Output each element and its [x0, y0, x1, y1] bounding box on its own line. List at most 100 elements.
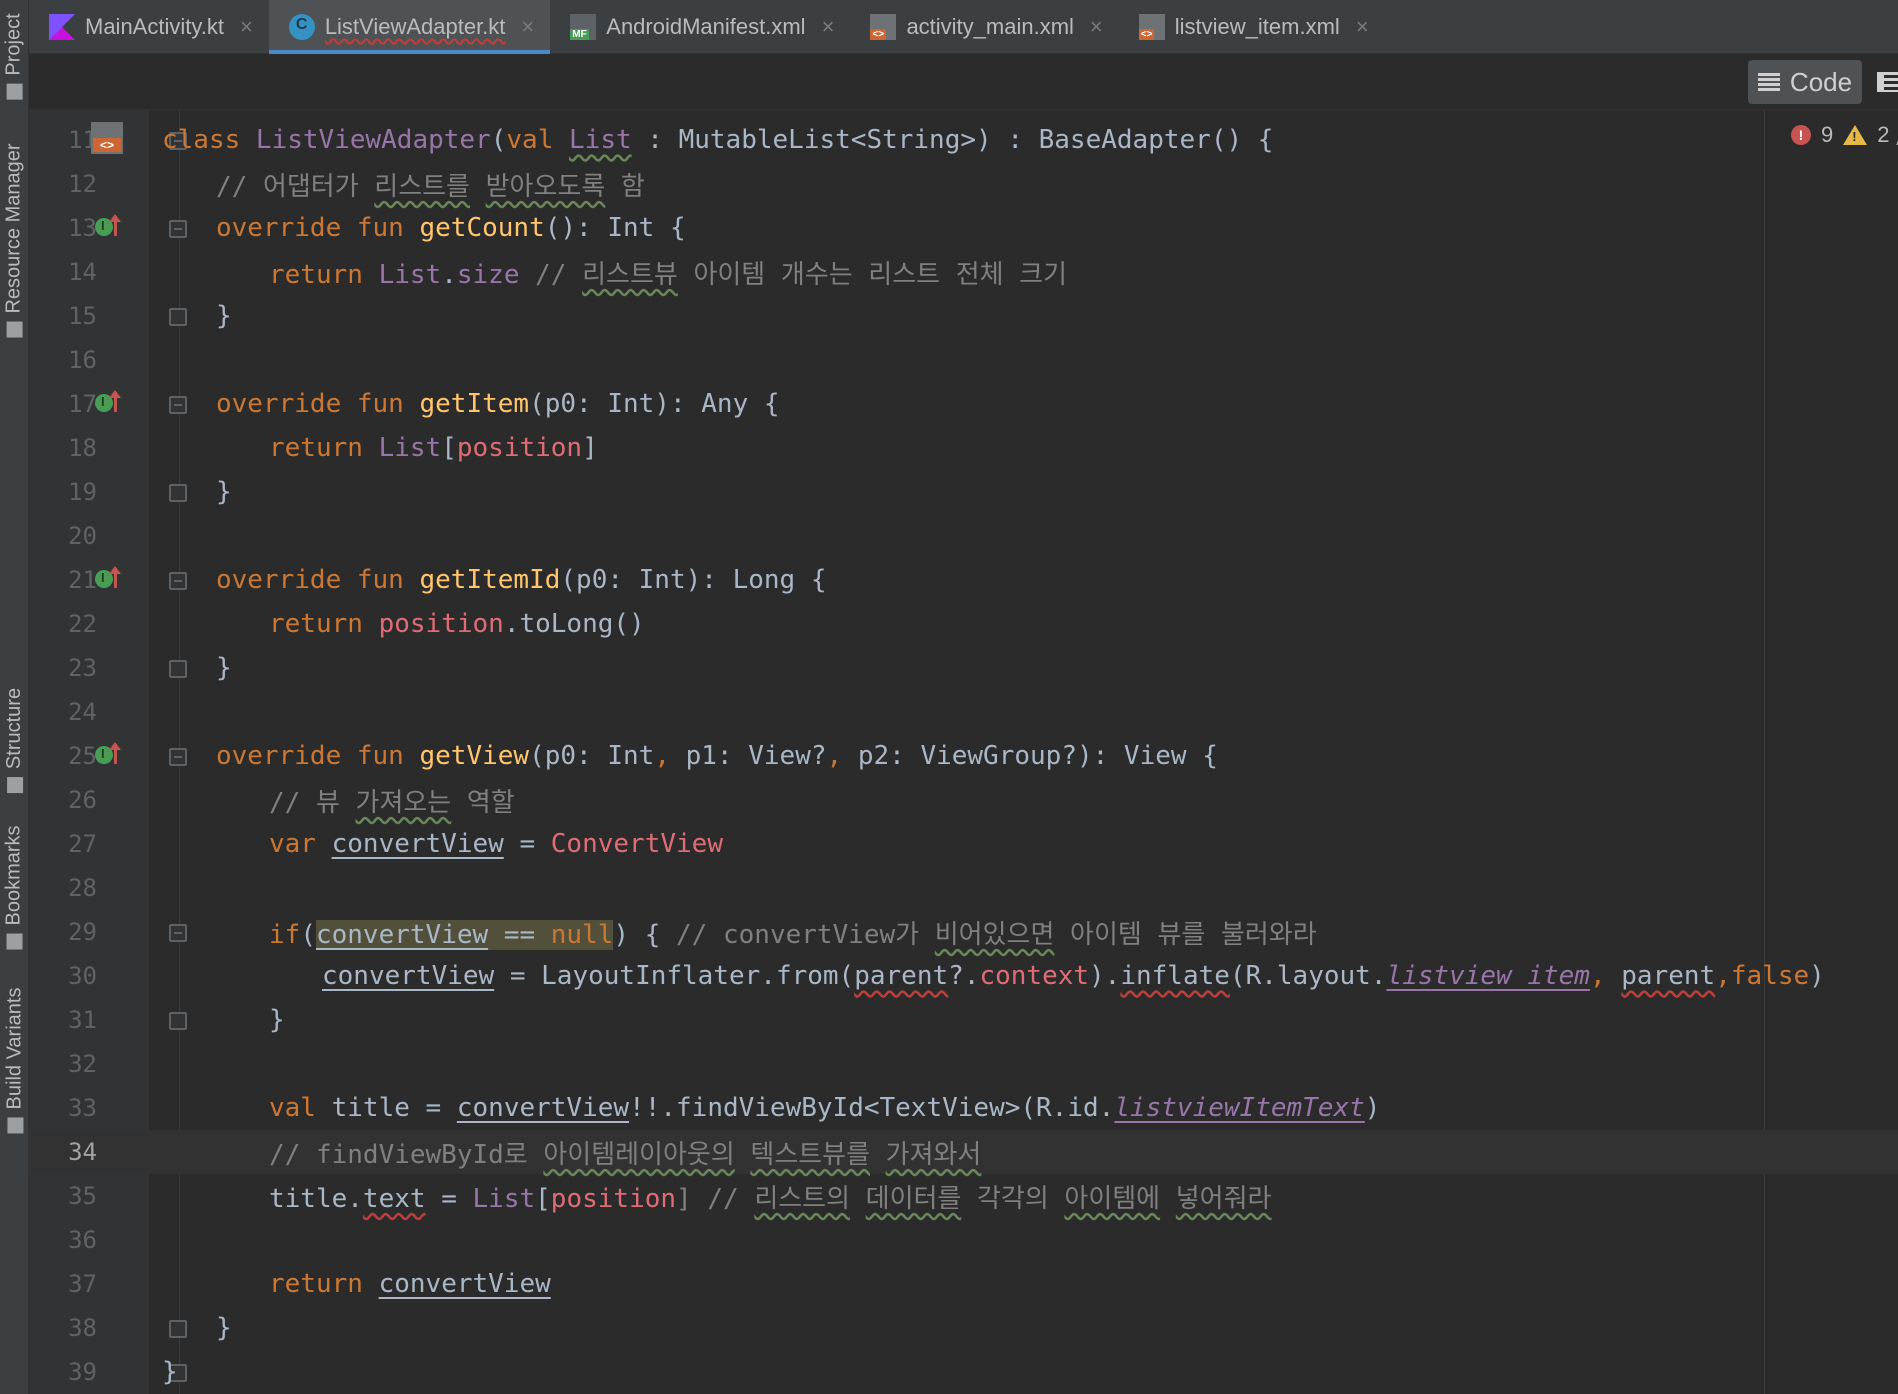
- code-line: 37 return convertView: [29, 1262, 1898, 1306]
- line-number: 25: [68, 742, 97, 770]
- close-icon[interactable]: ×: [822, 14, 835, 40]
- line-number: 35: [68, 1182, 97, 1210]
- code-text: }: [216, 653, 232, 683]
- implements-method-icon[interactable]: [95, 742, 123, 768]
- code-text: // 어댑터가 리스트를 받아오도록 함: [216, 171, 645, 202]
- tab-label: ListViewAdapter.kt: [324, 14, 506, 39]
- bookmark-icon: [6, 933, 23, 950]
- tab-label: activity_main.xml: [906, 14, 1074, 39]
- code-line: 28: [29, 866, 1898, 910]
- line-number: 29: [68, 918, 97, 946]
- code-text: title.text = List[position] // 리스트의 데이터를…: [269, 1183, 1272, 1214]
- fold-icon[interactable]: [169, 924, 187, 942]
- fold-end-icon[interactable]: [169, 1012, 187, 1030]
- code-text: override fun getView(p0: Int, p1: View?,…: [216, 741, 1218, 771]
- structure-tool-tab[interactable]: Structure: [0, 680, 29, 800]
- code-line: 14 return List.size // 리스트뷰 아이템 개수는 리스트 …: [29, 250, 1898, 294]
- build-variants-tool-tab[interactable]: Build Variants: [0, 985, 29, 1135]
- code-line: 22 return position.toLong(): [29, 602, 1898, 646]
- fold-end-icon[interactable]: [169, 660, 187, 678]
- line-number: 23: [68, 654, 97, 682]
- code-line: 29 if(convertView == null) { // convertV…: [29, 910, 1898, 954]
- implements-method-icon[interactable]: [95, 390, 123, 416]
- close-icon[interactable]: ×: [521, 14, 534, 40]
- build-variants-icon: [6, 1116, 23, 1133]
- code-text: override fun getItem(p0: Int): Any {: [216, 389, 780, 419]
- code-text: }: [216, 301, 232, 331]
- code-text: return convertView: [269, 1269, 551, 1299]
- split-view-button[interactable]: S: [1877, 60, 1898, 104]
- code-line: 36: [29, 1218, 1898, 1262]
- code-line: 13 override fun getCount(): Int {: [29, 206, 1898, 250]
- line-number: 17: [68, 390, 97, 418]
- code-line: 30 convertView = LayoutInflater.from(par…: [29, 954, 1898, 998]
- tab-listviewadapter[interactable]: ListViewAdapter.kt ×: [268, 0, 551, 54]
- bookmarks-tool-tab[interactable]: Bookmarks: [0, 822, 29, 952]
- fold-icon[interactable]: [169, 748, 187, 766]
- close-icon[interactable]: ×: [1356, 14, 1369, 40]
- code-line: 21 override fun getItemId(p0: Int): Long…: [29, 558, 1898, 602]
- close-icon[interactable]: ×: [1090, 14, 1103, 40]
- code-line: 23 }: [29, 646, 1898, 690]
- fold-end-icon[interactable]: [169, 308, 187, 326]
- code-view-button[interactable]: Code: [1748, 60, 1862, 104]
- structure-icon: [6, 776, 23, 793]
- close-icon[interactable]: ×: [240, 14, 253, 40]
- related-layout-icon[interactable]: [91, 122, 123, 154]
- code-text: // 뷰 가져오는 역할: [269, 787, 515, 818]
- tab-mainactivity[interactable]: MainActivity.kt ×: [29, 0, 269, 54]
- fold-end-icon[interactable]: [169, 1320, 187, 1338]
- code-text: }: [269, 1005, 285, 1035]
- line-number: 36: [68, 1226, 97, 1254]
- code-text: }: [216, 1313, 232, 1343]
- code-text: var convertView = ConvertView: [269, 829, 723, 859]
- code-line: 15 }: [29, 294, 1898, 338]
- code-text: override fun getCount(): Int {: [216, 213, 686, 243]
- line-number: 15: [68, 302, 97, 330]
- line-number: 28: [68, 874, 97, 902]
- editor-toolbar: Code S: [29, 54, 1898, 110]
- line-number: 19: [68, 478, 97, 506]
- code-text: class ListViewAdapter(val List : Mutable…: [162, 125, 1274, 155]
- code-text: return position.toLong(): [269, 609, 645, 639]
- resource-manager-tool-tab[interactable]: Resource Manager: [0, 140, 29, 340]
- code-line: 26 // 뷰 가져오는 역할: [29, 778, 1898, 822]
- lines-icon: [1757, 73, 1780, 91]
- code-text: val title = convertView!!.findViewById<T…: [269, 1093, 1381, 1123]
- implements-method-icon[interactable]: [95, 214, 123, 240]
- implements-method-icon[interactable]: [95, 566, 123, 592]
- line-number: 32: [68, 1050, 97, 1078]
- fold-icon[interactable]: [169, 396, 187, 414]
- folder-icon: [6, 83, 23, 100]
- kotlin-file-icon: [49, 14, 75, 40]
- line-number: 38: [68, 1314, 97, 1342]
- code-line: 10: [29, 110, 1898, 118]
- code-line: 11 class ListViewAdapter(val List : Muta…: [29, 118, 1898, 162]
- project-tool-tab[interactable]: Project: [0, 6, 29, 106]
- project-tab-label: Project: [3, 12, 25, 76]
- line-number: 12: [68, 170, 97, 198]
- fold-icon[interactable]: [169, 572, 187, 590]
- structure-tab-label: Structure: [3, 687, 25, 769]
- code-text: override fun getItemId(p0: Int): Long {: [216, 565, 827, 595]
- tab-activity-main[interactable]: activity_main.xml ×: [850, 0, 1118, 54]
- code-text: convertView = LayoutInflater.from(parent…: [322, 961, 1825, 991]
- line-number: 13: [68, 214, 97, 242]
- build-variants-tab-label: Build Variants: [3, 987, 26, 1109]
- code-editor[interactable]: ! 9 ! 2 10 11 class ListViewAdapter(val …: [29, 110, 1898, 1394]
- code-lines: 10 11 class ListViewAdapter(val List : M…: [29, 110, 1898, 1394]
- code-text: if(convertView == null) { // convertView…: [269, 919, 1317, 950]
- code-text: }: [162, 1357, 178, 1387]
- current-code-line: 34 // findViewById로 아이템레이아웃의 텍스트뷰를 가져와서: [29, 1130, 1898, 1174]
- code-line: 32: [29, 1042, 1898, 1086]
- fold-icon[interactable]: [169, 220, 187, 238]
- code-line: 18 return List[position]: [29, 426, 1898, 470]
- line-number: 20: [68, 522, 97, 550]
- tab-label: MainActivity.kt: [85, 14, 224, 39]
- split-icon: [1877, 72, 1898, 92]
- fold-end-icon[interactable]: [169, 484, 187, 502]
- line-number: 21: [68, 566, 97, 594]
- tab-androidmanifest[interactable]: AndroidManifest.xml ×: [550, 0, 850, 54]
- tab-label: AndroidManifest.xml: [606, 14, 806, 39]
- tab-listview-item[interactable]: listview_item.xml ×: [1119, 0, 1385, 54]
